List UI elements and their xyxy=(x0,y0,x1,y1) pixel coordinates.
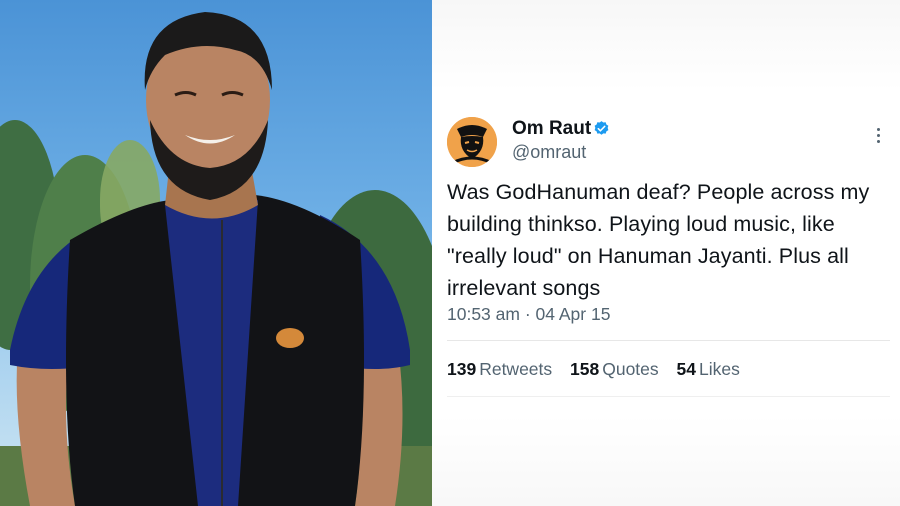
likes-stat[interactable]: 54 Likes xyxy=(677,359,740,380)
avatar-illustration-icon xyxy=(447,117,497,167)
divider xyxy=(447,396,890,397)
person-figure xyxy=(0,0,432,506)
quotes-label: Quotes xyxy=(602,359,659,379)
tweet-text: Was GodHanuman deaf? People across my bu… xyxy=(447,180,870,300)
avatar[interactable] xyxy=(447,117,497,167)
person-photo xyxy=(0,0,432,506)
tweet-timestamp[interactable]: 10:53 am · 04 Apr 15 xyxy=(447,304,610,325)
retweets-count: 139 xyxy=(447,359,477,379)
retweets-stat[interactable]: 139 Retweets xyxy=(447,359,552,380)
display-name[interactable]: Om Raut xyxy=(512,118,591,140)
tweet-card[interactable]: Om Raut @omraut Was GodHanuman deaf? Peo… xyxy=(432,104,900,404)
tweet-stats: 139 Retweets 158 Quotes 54 Likes xyxy=(447,359,753,380)
more-options-icon[interactable] xyxy=(875,128,881,148)
verified-badge-icon xyxy=(594,121,609,135)
quotes-count: 158 xyxy=(570,359,600,379)
retweets-label: Retweets xyxy=(479,359,553,379)
likes-label: Likes xyxy=(699,359,740,379)
likes-count: 54 xyxy=(676,359,697,379)
user-handle[interactable]: @omraut xyxy=(512,142,586,163)
divider xyxy=(447,340,890,341)
quotes-stat[interactable]: 158 Quotes xyxy=(570,359,659,380)
